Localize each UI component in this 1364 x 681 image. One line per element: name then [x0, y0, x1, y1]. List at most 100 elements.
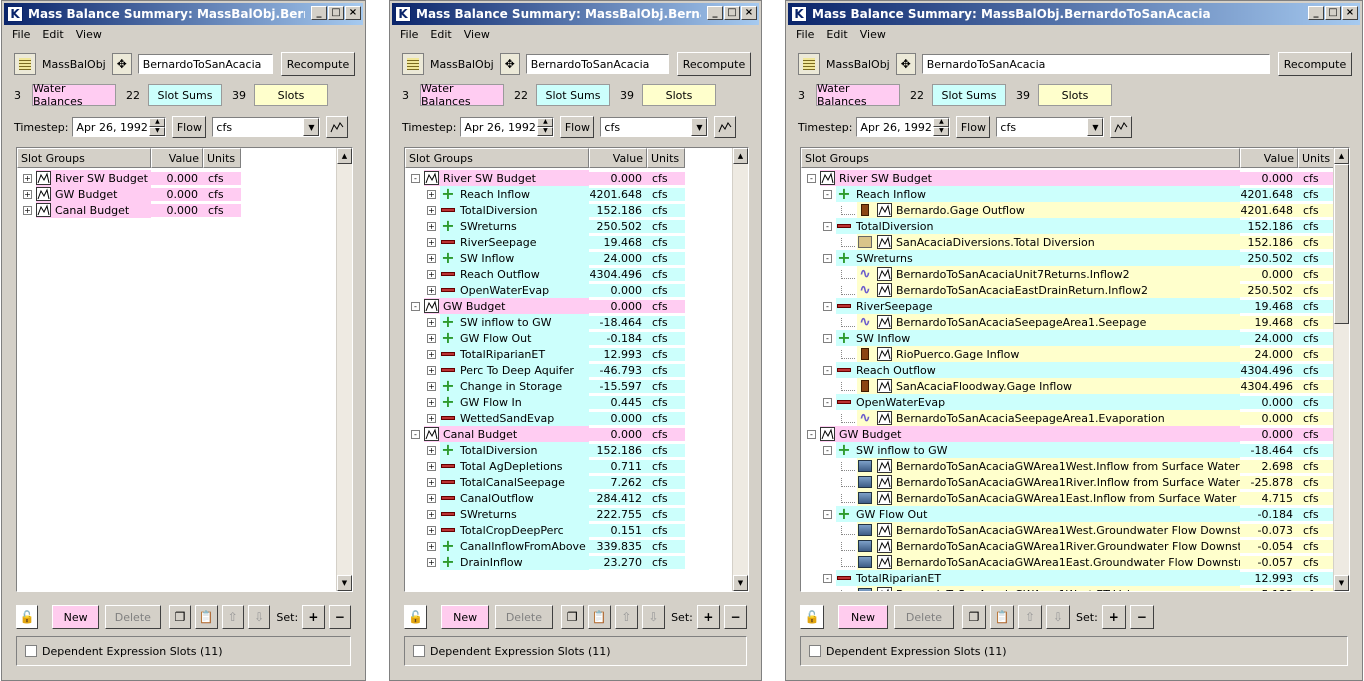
slots-chip[interactable]: Slots	[642, 84, 716, 106]
set-minus-icon[interactable]: −	[723, 605, 748, 629]
water-balances-chip[interactable]: Water Balances	[816, 82, 900, 108]
minimize-button[interactable]: _	[311, 6, 327, 20]
new-button[interactable]: New	[52, 605, 99, 629]
object-name-field[interactable]: BernardoToSanAcacia	[525, 54, 669, 74]
title-bar[interactable]: K Mass Balance Summary: MassBalObj.Berna…	[4, 3, 363, 25]
expand-toggle[interactable]: -	[411, 173, 420, 183]
menu-edit[interactable]: Edit	[42, 26, 63, 44]
select-object-button[interactable]: ✥	[895, 53, 916, 75]
slot-groups-tree[interactable]: Slot Groups Value Units - River SW Budget…	[800, 147, 1350, 592]
expand-toggle[interactable]: +	[427, 413, 436, 423]
tree-row[interactable]: - River SW Budget 0.000 cfs	[801, 170, 1336, 186]
minimize-button[interactable]: _	[1308, 6, 1324, 20]
minimize-button[interactable]: _	[707, 6, 723, 20]
tree-row[interactable]: ∿ BernardoToSanAcaciaEastDrainReturn.Infl…	[801, 282, 1336, 298]
chevron-down-icon[interactable]: ▼	[1087, 118, 1104, 136]
set-plus-icon[interactable]: +	[696, 605, 720, 629]
slot-sums-chip[interactable]: Slot Sums	[148, 84, 222, 106]
col-units[interactable]: Units	[1298, 148, 1336, 168]
expand-toggle[interactable]: +	[427, 525, 436, 535]
col-value[interactable]: Value	[1240, 148, 1298, 168]
set-plus-icon[interactable]: +	[1101, 605, 1126, 629]
tree-row[interactable]: + SWreturns 222.755 cfs	[405, 506, 685, 522]
expand-toggle[interactable]: -	[823, 573, 832, 583]
tree-row[interactable]: SanAcaciaFloodway.Gage Inflow 4304.496 c…	[801, 378, 1336, 394]
units-select[interactable]: cfs ▼	[212, 117, 321, 137]
expand-toggle[interactable]: +	[23, 173, 32, 183]
maximize-button[interactable]: □	[328, 6, 344, 20]
tree-row[interactable]: + GW Budget 0.000 cfs	[17, 186, 241, 202]
flow-button[interactable]: Flow	[172, 116, 207, 138]
lock-icon[interactable]: 🔓	[404, 605, 428, 629]
timestep-spinner[interactable]: Apr 26, 1992 ▲ ▼	[460, 117, 555, 137]
select-object-button[interactable]: ✥	[111, 53, 132, 75]
tree-row[interactable]: - OpenWaterEvap 0.000 cfs	[801, 394, 1336, 410]
lock-icon[interactable]: 🔓	[800, 605, 824, 629]
copy-icon[interactable]: ❐	[560, 605, 584, 629]
tree-row[interactable]: - + SW inflow to GW -18.464 cfs	[801, 442, 1336, 458]
col-slot-groups[interactable]: Slot Groups	[801, 148, 1240, 168]
tree-row[interactable]: - TotalDiversion 152.186 cfs	[801, 218, 1336, 234]
tree-row[interactable]: + WettedSandEvap 0.000 cfs	[405, 410, 685, 426]
expand-toggle[interactable]: -	[807, 429, 816, 439]
close-button[interactable]: ×	[1342, 6, 1358, 20]
col-value[interactable]: Value	[151, 148, 203, 168]
scroll-up-button[interactable]: ▲	[733, 148, 748, 164]
timestep-spin-buttons[interactable]: ▲ ▼	[933, 118, 950, 136]
tree-row[interactable]: + + SWreturns 250.502 cfs	[405, 218, 685, 234]
set-minus-icon[interactable]: −	[328, 605, 351, 629]
tree-row[interactable]: + + CanalInflowFromAbove 339.835 cfs	[405, 538, 685, 554]
set-plus-icon[interactable]: +	[302, 605, 325, 629]
tree-row[interactable]: - Reach Outflow 4304.496 cfs	[801, 362, 1336, 378]
water-balances-chip[interactable]: Water Balances	[420, 82, 504, 108]
maximize-button[interactable]: □	[1325, 6, 1341, 20]
tree-row[interactable]: + + SW Inflow 24.000 cfs	[405, 250, 685, 266]
paste-icon[interactable]: 📋	[587, 605, 611, 629]
menu-view[interactable]: View	[860, 26, 886, 44]
expand-toggle[interactable]: -	[823, 253, 832, 263]
maximize-button[interactable]: □	[724, 6, 740, 20]
tree-row[interactable]: ∿ BernardoToSanAcaciaSeepageArea1.Evapora…	[801, 410, 1336, 426]
expand-toggle[interactable]: +	[427, 333, 436, 343]
tree-row[interactable]: + RiverSeepage 19.468 cfs	[405, 234, 685, 250]
move-up-icon[interactable]: ⇧	[221, 605, 244, 629]
expand-toggle[interactable]: -	[823, 365, 832, 375]
vertical-scrollbar[interactable]: ▲ ▼	[732, 148, 748, 591]
expand-toggle[interactable]: +	[427, 365, 436, 375]
move-down-icon[interactable]: ⇩	[1046, 605, 1070, 629]
expand-toggle[interactable]: -	[823, 445, 832, 455]
table-icon[interactable]	[14, 53, 36, 75]
lock-icon[interactable]: 🔓	[16, 605, 39, 629]
tree-row[interactable]: + + Reach Inflow 4201.648 cfs	[405, 186, 685, 202]
water-balances-chip[interactable]: Water Balances	[32, 82, 116, 108]
tree-row[interactable]: - RiverSeepage 19.468 cfs	[801, 298, 1336, 314]
delete-button[interactable]: Delete	[894, 605, 954, 629]
tree-row[interactable]: - + SWreturns 250.502 cfs	[801, 250, 1336, 266]
recompute-button[interactable]: Recompute	[1278, 52, 1352, 76]
expand-toggle[interactable]: +	[427, 205, 436, 215]
expand-toggle[interactable]: +	[427, 221, 436, 231]
timestep-spinner[interactable]: Apr 26, 1992 ▲ ▼	[856, 117, 951, 137]
dependent-slots-checkbox[interactable]	[413, 645, 425, 657]
expand-toggle[interactable]: +	[427, 445, 436, 455]
tree-row[interactable]: + + SW inflow to GW -18.464 cfs	[405, 314, 685, 330]
delete-button[interactable]: Delete	[104, 605, 161, 629]
menu-edit[interactable]: Edit	[430, 26, 451, 44]
scroll-thumb[interactable]	[1334, 164, 1349, 324]
tree-row[interactable]: BernardoToSanAcaciaGWArea1River.Groundwa…	[801, 538, 1336, 554]
tree-row[interactable]: + TotalRiparianET 12.993 cfs	[405, 346, 685, 362]
table-icon[interactable]	[798, 53, 820, 75]
tree-row[interactable]: ∿ BernardoToSanAcaciaUnit7Returns.Inflow2…	[801, 266, 1336, 282]
paste-icon[interactable]: 📋	[990, 605, 1014, 629]
tree-row[interactable]: BernardoToSanAcaciaGWArea1River.Inflow f…	[801, 474, 1336, 490]
expand-toggle[interactable]: +	[427, 237, 436, 247]
flow-button[interactable]: Flow	[956, 116, 991, 138]
expand-toggle[interactable]: +	[427, 509, 436, 519]
slot-sums-chip[interactable]: Slot Sums	[932, 84, 1006, 106]
slots-chip[interactable]: Slots	[254, 84, 328, 106]
tree-row[interactable]: SanAcaciaDiversions.Total Diversion 152.…	[801, 234, 1336, 250]
new-button[interactable]: New	[838, 605, 888, 629]
expand-toggle[interactable]: -	[411, 429, 420, 439]
paste-icon[interactable]: 📋	[195, 605, 218, 629]
expand-toggle[interactable]: +	[427, 477, 436, 487]
